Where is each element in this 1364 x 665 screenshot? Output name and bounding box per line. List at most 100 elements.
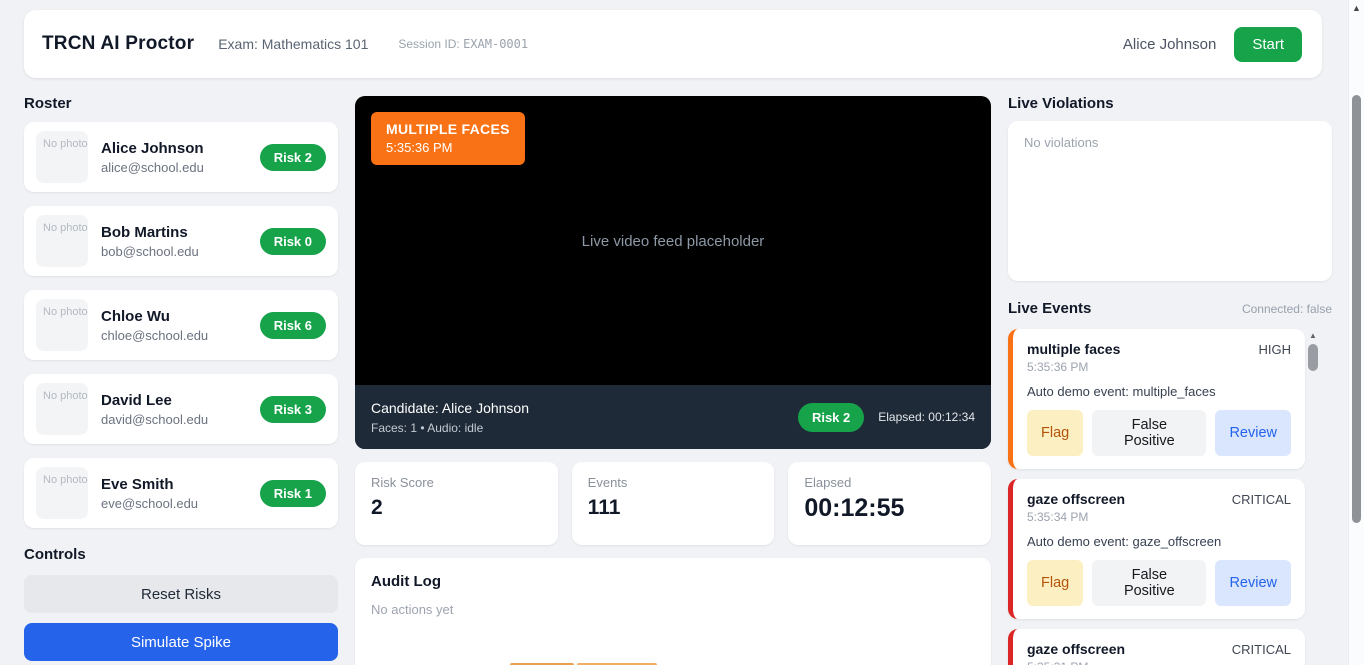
video-placeholder-text: Live video feed placeholder	[355, 233, 991, 250]
events-panel: Live Violations No violations Live Event…	[1008, 96, 1332, 665]
stats-row: Risk Score 2 Events 111 Elapsed 00:12:55	[355, 462, 991, 545]
risk-badge: Risk 0	[260, 228, 326, 255]
avatar: No photo	[36, 215, 88, 267]
review-button[interactable]: Review	[1215, 560, 1291, 606]
session-label-text: Session ID:	[398, 37, 459, 51]
roster-info: Eve Smith eve@school.edu	[101, 476, 260, 511]
avatar: No photo	[36, 467, 88, 519]
app-title: TRCN AI Proctor	[42, 33, 194, 55]
student-email: alice@school.edu	[101, 160, 260, 175]
roster-item-eve[interactable]: No photo Eve Smith eve@school.edu Risk 1	[24, 458, 338, 528]
event-actions: Flag False Positive Review	[1027, 410, 1291, 456]
student-name: Eve Smith	[101, 476, 260, 493]
session-id-label: Session ID: EXAM-0001	[398, 37, 528, 51]
roster-item-alice[interactable]: No photo Alice Johnson alice@school.edu …	[24, 122, 338, 192]
event-title: multiple faces	[1027, 341, 1120, 357]
video-bar-left: Candidate: Alice Johnson Faces: 1 • Audi…	[371, 400, 798, 435]
event-card-multiple-faces: multiple faces HIGH 5:35:36 PM Auto demo…	[1008, 329, 1305, 469]
false-positive-button[interactable]: False Positive	[1092, 410, 1206, 456]
audit-log-panel: Audit Log No actions yet	[355, 558, 991, 665]
session-id-value: EXAM-0001	[463, 37, 528, 51]
roster-item-chloe[interactable]: No photo Chloe Wu chloe@school.edu Risk …	[24, 290, 338, 360]
student-email: chloe@school.edu	[101, 328, 260, 343]
video-risk-badge: Risk 2	[798, 403, 864, 432]
risk-badge: Risk 2	[260, 144, 326, 171]
event-description: Auto demo event: multiple_faces	[1027, 384, 1291, 399]
scroll-up-icon[interactable]: ▲	[1307, 331, 1319, 341]
event-time: 5:35:31 PM	[1027, 660, 1291, 665]
roster-heading: Roster	[24, 96, 338, 112]
audit-log-empty-text: No actions yet	[371, 602, 975, 617]
avatar: No photo	[36, 299, 88, 351]
proctor-dashboard: TRCN AI Proctor Exam: Mathematics 101 Se…	[0, 0, 1348, 665]
event-head: gaze offscreen CRITICAL	[1027, 491, 1291, 507]
simulate-spike-button[interactable]: Simulate Spike	[24, 623, 338, 661]
live-violations-heading: Live Violations	[1008, 96, 1332, 112]
roster-item-bob[interactable]: No photo Bob Martins bob@school.edu Risk…	[24, 206, 338, 276]
violation-alert-badge: MULTIPLE FACES 5:35:36 PM	[371, 112, 525, 165]
event-head: gaze offscreen CRITICAL	[1027, 641, 1291, 657]
current-user-name: Alice Johnson	[1123, 36, 1216, 53]
student-email: eve@school.edu	[101, 496, 260, 511]
false-positive-button[interactable]: False Positive	[1092, 560, 1206, 606]
live-events-heading: Live Events	[1008, 301, 1091, 317]
student-email: bob@school.edu	[101, 244, 260, 259]
monitor-panel: MULTIPLE FACES 5:35:36 PM Live video fee…	[355, 96, 991, 665]
roster-info: Bob Martins bob@school.edu	[101, 224, 260, 259]
stat-value: 2	[371, 496, 542, 520]
video-bar-right: Risk 2 Elapsed: 00:12:34	[798, 403, 975, 432]
event-time: 5:35:34 PM	[1027, 510, 1291, 524]
violations-empty-text: No violations	[1024, 135, 1316, 150]
events-scrollbar[interactable]: ▲	[1307, 331, 1319, 371]
event-card-gaze-offscreen-2: gaze offscreen CRITICAL 5:35:31 PM Auto …	[1008, 629, 1305, 665]
reset-risks-button[interactable]: Reset Risks	[24, 575, 338, 613]
events-scrollbar-thumb[interactable]	[1308, 344, 1318, 371]
stat-value: 111	[588, 496, 759, 520]
header: TRCN AI Proctor Exam: Mathematics 101 Se…	[24, 10, 1322, 78]
review-button[interactable]: Review	[1215, 410, 1291, 456]
roster-list: No photo Alice Johnson alice@school.edu …	[24, 122, 338, 528]
video-status-bar: Candidate: Alice Johnson Faces: 1 • Audi…	[355, 385, 991, 449]
stat-value: 00:12:55	[804, 494, 975, 523]
stat-label: Risk Score	[371, 475, 542, 490]
event-head: multiple faces HIGH	[1027, 341, 1291, 357]
roster-info: Chloe Wu chloe@school.edu	[101, 308, 260, 343]
event-time: 5:35:36 PM	[1027, 360, 1291, 374]
flag-button[interactable]: Flag	[1027, 560, 1083, 606]
avatar: No photo	[36, 131, 88, 183]
roster-info: David Lee david@school.edu	[101, 392, 260, 427]
stat-card-elapsed: Elapsed 00:12:55	[788, 462, 991, 545]
connection-status: Connected: false	[1242, 302, 1332, 316]
faces-audio-status: Faces: 1 • Audio: idle	[371, 421, 798, 435]
stat-card-events: Events 111	[572, 462, 775, 545]
window-scrollbar-thumb[interactable]	[1352, 95, 1361, 523]
event-severity: CRITICAL	[1232, 642, 1291, 657]
candidate-label: Candidate: Alice Johnson	[371, 400, 798, 416]
event-severity: HIGH	[1259, 342, 1292, 357]
live-violations-panel: No violations	[1008, 121, 1332, 281]
live-events-list: multiple faces HIGH 5:35:36 PM Auto demo…	[1008, 329, 1332, 665]
start-button[interactable]: Start	[1234, 27, 1302, 62]
video-elapsed: Elapsed: 00:12:34	[878, 410, 975, 424]
live-events-heading-row: Live Events Connected: false	[1008, 301, 1332, 317]
alert-time: 5:35:36 PM	[386, 140, 510, 155]
student-name: Alice Johnson	[101, 140, 260, 157]
event-title: gaze offscreen	[1027, 641, 1125, 657]
student-name: Chloe Wu	[101, 308, 260, 325]
roster-item-david[interactable]: No photo David Lee david@school.edu Risk…	[24, 374, 338, 444]
risk-badge: Risk 1	[260, 480, 326, 507]
controls-section: Controls Reset Risks Simulate Spike	[24, 547, 338, 661]
scroll-up-icon[interactable]: ▲	[1349, 0, 1364, 16]
stat-card-risk-score: Risk Score 2	[355, 462, 558, 545]
window-scrollbar[interactable]: ▲	[1348, 0, 1364, 665]
stat-label: Elapsed	[804, 475, 975, 490]
event-title: gaze offscreen	[1027, 491, 1125, 507]
exam-label: Exam: Mathematics 101	[218, 36, 368, 52]
controls-heading: Controls	[24, 547, 338, 563]
avatar: No photo	[36, 383, 88, 435]
risk-badge: Risk 3	[260, 396, 326, 423]
event-description: Auto demo event: gaze_offscreen	[1027, 534, 1291, 549]
student-email: david@school.edu	[101, 412, 260, 427]
flag-button[interactable]: Flag	[1027, 410, 1083, 456]
event-severity: CRITICAL	[1232, 492, 1291, 507]
